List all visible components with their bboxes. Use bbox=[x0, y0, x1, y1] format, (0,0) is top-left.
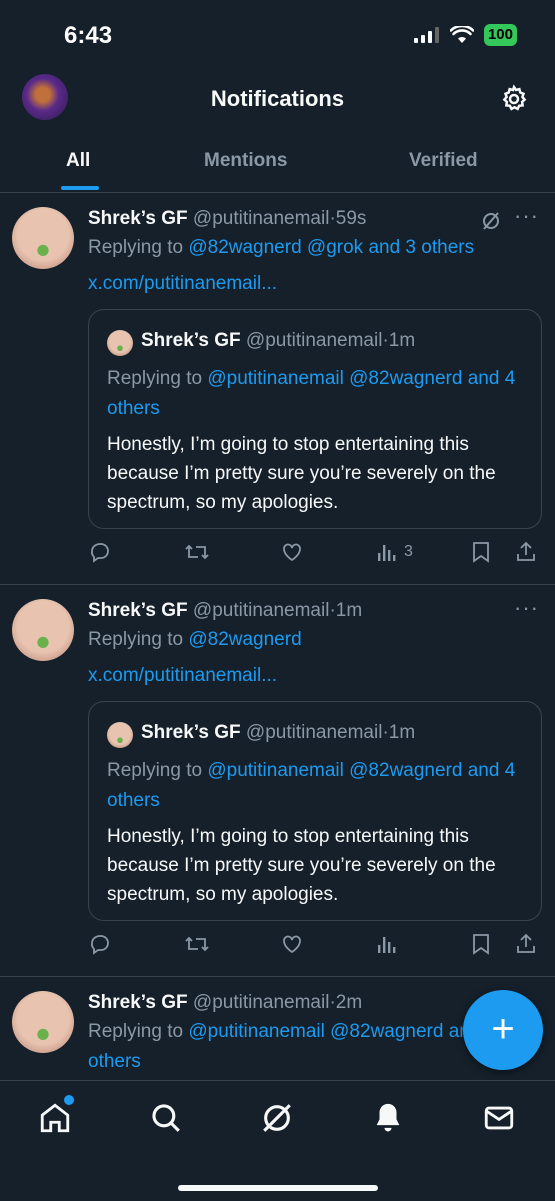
avatar[interactable] bbox=[12, 207, 74, 269]
author-name[interactable]: Shrek’s GF bbox=[88, 600, 188, 621]
views-icon bbox=[378, 545, 396, 561]
bell-icon[interactable] bbox=[371, 1101, 405, 1135]
tweet-header: Shrek’s GF @putitinanemail·2m bbox=[88, 992, 362, 1014]
views-icon bbox=[378, 937, 396, 953]
more-options-icon[interactable]: ··· bbox=[514, 203, 539, 229]
wifi-icon bbox=[449, 26, 474, 43]
views-count: 3 bbox=[404, 543, 413, 560]
reply-icon bbox=[91, 543, 109, 563]
grok-icon[interactable] bbox=[260, 1101, 294, 1135]
reply-icon bbox=[91, 935, 109, 955]
like-button[interactable] bbox=[280, 539, 304, 565]
views-button[interactable]: 3 bbox=[376, 539, 413, 565]
author-handle[interactable]: @putitinanemail bbox=[193, 992, 330, 1013]
quote-header: Shrek’s GF @putitinanemail·1m bbox=[141, 330, 415, 352]
reply-button[interactable] bbox=[88, 539, 112, 565]
quote-replying-to: Replying to @putitinanemail @82wagnerd a… bbox=[107, 364, 517, 424]
quote-replying-to: Replying to @putitinanemail @82wagnerd a… bbox=[107, 756, 517, 816]
status-time: 6:43 bbox=[64, 22, 113, 49]
quoted-tweet[interactable]: Shrek’s GF @putitinanemail·1m Replying t… bbox=[88, 701, 542, 921]
tweet-time: ·59s bbox=[329, 208, 367, 229]
like-icon bbox=[283, 935, 301, 954]
replying-prefix: Replying to bbox=[88, 1021, 189, 1042]
search-icon[interactable] bbox=[149, 1101, 183, 1135]
status-icons: 100 bbox=[413, 24, 517, 46]
retweet-button[interactable] bbox=[184, 931, 210, 957]
quote-author-name: Shrek’s GF bbox=[141, 722, 241, 743]
bookmark-button[interactable] bbox=[470, 931, 492, 957]
retweet-button[interactable] bbox=[184, 539, 210, 565]
share-button[interactable] bbox=[514, 539, 538, 565]
like-button[interactable] bbox=[280, 931, 304, 957]
tab-verified[interactable]: Verified bbox=[409, 150, 478, 172]
notification-tweet[interactable]: Shrek’s GF @putitinanemail·1m ··· Replyi… bbox=[0, 585, 555, 977]
tweet-header: Shrek’s GF @putitinanemail·1m bbox=[88, 600, 362, 622]
replying-links[interactable]: @82wagnerd bbox=[188, 629, 301, 650]
tweet-link[interactable]: x.com/putitinanemail... bbox=[88, 273, 277, 295]
retweet-icon bbox=[185, 936, 209, 952]
tab-bar: All Mentions Verified bbox=[0, 130, 555, 193]
quote-author-handle: @putitinanemail bbox=[245, 722, 383, 743]
replying-prefix: Replying to bbox=[88, 237, 189, 258]
replying-links[interactable]: @82wagnerd @grok and 3 others bbox=[188, 237, 474, 258]
bookmark-icon bbox=[473, 934, 489, 955]
like-icon bbox=[283, 543, 301, 562]
quote-text: Honestly, I’m going to stop entertaining… bbox=[107, 434, 496, 513]
signal-icon bbox=[413, 27, 439, 43]
share-button[interactable] bbox=[514, 931, 538, 957]
tweet-time: ·2m bbox=[329, 992, 363, 1013]
retweet-icon bbox=[185, 544, 209, 560]
tweet-header: Shrek’s GF @putitinanemail·59s bbox=[88, 208, 366, 230]
tweet-link[interactable]: x.com/putitinanemail... bbox=[88, 665, 277, 687]
quote-replying-prefix: Replying to bbox=[107, 760, 208, 781]
home-indicator bbox=[178, 1185, 378, 1191]
compose-button[interactable]: + bbox=[463, 990, 543, 1070]
views-button[interactable] bbox=[376, 931, 404, 957]
more-options-icon[interactable]: ··· bbox=[514, 595, 539, 621]
quote-text: Honestly, I’m going to stop entertaining… bbox=[107, 826, 496, 905]
tweet-time: ·1m bbox=[329, 600, 363, 621]
replying-to: Replying to @82wagnerd @grok and 3 other… bbox=[88, 233, 474, 263]
reply-button[interactable] bbox=[88, 931, 112, 957]
tab-mentions[interactable]: Mentions bbox=[204, 150, 287, 172]
replying-prefix: Replying to bbox=[88, 629, 189, 650]
quote-header: Shrek’s GF @putitinanemail·1m bbox=[141, 722, 415, 744]
status-bar: 6:43 100 bbox=[0, 0, 555, 70]
bottom-nav bbox=[0, 1080, 555, 1201]
notification-tweet[interactable]: Shrek’s GF @putitinanemail·59s ··· Reply… bbox=[0, 193, 555, 585]
tab-all[interactable]: All bbox=[66, 150, 90, 172]
top-bar: Notifications bbox=[0, 70, 555, 128]
tweet-actions bbox=[88, 931, 543, 961]
author-handle[interactable]: @putitinanemail bbox=[193, 208, 330, 229]
tweet-actions: 3 bbox=[88, 539, 543, 569]
avatar[interactable] bbox=[12, 991, 74, 1053]
quote-author-name: Shrek’s GF bbox=[141, 330, 241, 351]
avatar[interactable] bbox=[12, 599, 74, 661]
quote-replying-prefix: Replying to bbox=[107, 368, 208, 389]
author-name[interactable]: Shrek’s GF bbox=[88, 992, 188, 1013]
author-handle[interactable]: @putitinanemail bbox=[193, 600, 330, 621]
author-name[interactable]: Shrek’s GF bbox=[88, 208, 188, 229]
page-title: Notifications bbox=[210, 86, 345, 111]
quote-time: ·1m bbox=[382, 330, 416, 351]
replying-to: Replying to @82wagnerd bbox=[88, 625, 302, 655]
gear-icon[interactable] bbox=[499, 84, 529, 114]
grok-icon[interactable] bbox=[481, 211, 501, 231]
battery-indicator: 100 bbox=[483, 24, 517, 46]
quote-avatar bbox=[107, 330, 133, 356]
quote-author-handle: @putitinanemail bbox=[245, 330, 383, 351]
bookmark-icon bbox=[473, 542, 489, 563]
quoted-tweet[interactable]: Shrek’s GF @putitinanemail·1m Replying t… bbox=[88, 309, 542, 529]
share-icon bbox=[517, 933, 535, 953]
notification-dot bbox=[64, 1095, 74, 1105]
mail-icon[interactable] bbox=[482, 1101, 516, 1135]
quote-avatar bbox=[107, 722, 133, 748]
home-icon[interactable] bbox=[38, 1101, 72, 1135]
active-tab-indicator bbox=[61, 186, 99, 190]
quote-time: ·1m bbox=[382, 722, 416, 743]
compose-icon: + bbox=[491, 1007, 515, 1051]
share-icon bbox=[517, 541, 535, 561]
replying-to: Replying to @putitinanemail @82wagnerd a… bbox=[88, 1017, 528, 1077]
bookmark-button[interactable] bbox=[470, 539, 492, 565]
